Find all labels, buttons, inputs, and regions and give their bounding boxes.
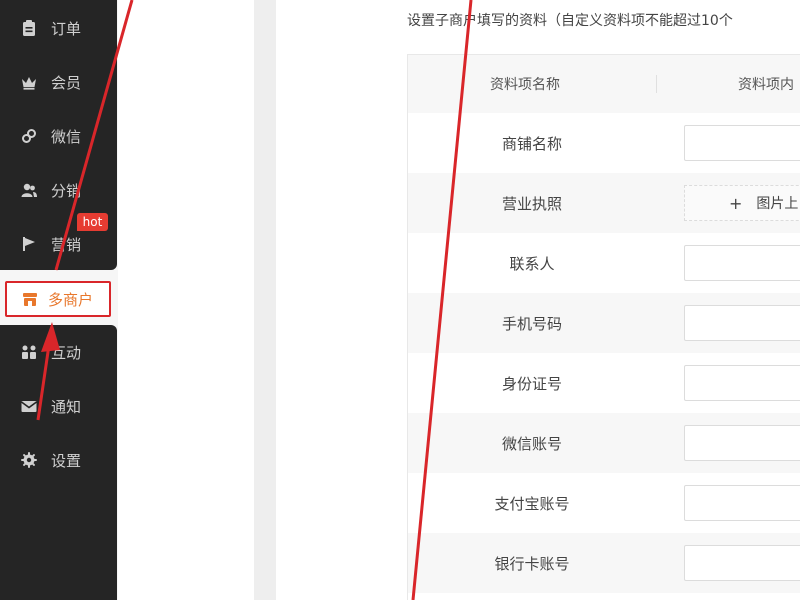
upload-label: 图片上 [756, 196, 799, 212]
table-row: 手机号码 [408, 293, 800, 353]
gear-icon [20, 451, 38, 469]
users-icon [20, 181, 38, 199]
sidebar-item-wechat[interactable]: 微信 [0, 109, 117, 163]
sidebar-item-label: 互动 [51, 343, 82, 362]
table-header: 资料项名称 资料项内 [408, 55, 800, 113]
table-row: 微信账号 [408, 413, 800, 473]
table-row: 支付宝账号 [408, 473, 800, 533]
mail-icon [20, 397, 38, 415]
shop-name-input[interactable] [684, 125, 800, 161]
panel-divider [254, 0, 276, 600]
sidebar-item-label: 订单 [51, 19, 82, 38]
field-name: 联系人 [509, 254, 555, 273]
header-field-content: 资料项内 [738, 77, 794, 93]
sidebar-item-interaction[interactable]: 互动 [0, 325, 117, 379]
link-icon [20, 127, 38, 145]
sidebar-item-distribution[interactable]: 分销 [0, 163, 117, 217]
field-name: 手机号码 [501, 314, 562, 333]
hot-badge: hot [77, 213, 108, 231]
shop-icon [21, 290, 39, 308]
sidebar-item-orders[interactable]: 订单 [0, 1, 117, 55]
table-row: 联系人 [408, 233, 800, 293]
sidebar-item-label: 营销 [51, 235, 82, 254]
sidebar-item-label: 通知 [51, 397, 82, 416]
field-name: 微信账号 [501, 434, 562, 453]
image-upload-button[interactable]: + 图片上 [684, 185, 800, 221]
field-name: 银行卡账号 [494, 554, 570, 573]
sidebar-item-members[interactable]: 会员 [0, 55, 117, 109]
profile-fields-table: 资料项名称 资料项内 商铺名称 营业执照 + 图片上 联系人 手机号码 身份证号… [407, 54, 800, 600]
field-name: 身份证号 [501, 374, 562, 393]
header-field-name: 资料项名称 [490, 77, 560, 93]
wechat-account-input[interactable] [684, 425, 800, 461]
sidebar: 订单 会员 微信 分销 营销 hot 多商户 互动 通知 设置 [0, 0, 118, 600]
group-icon [20, 343, 38, 361]
field-name: 支付宝账号 [494, 494, 570, 513]
contact-input[interactable] [684, 245, 800, 281]
clipboard-icon [20, 19, 38, 37]
table-row: 身份证号 [408, 353, 800, 413]
sidebar-item-multi-merchant[interactable]: 多商户 [5, 281, 111, 317]
field-name: 营业执照 [501, 194, 562, 213]
secondary-panel [118, 0, 254, 600]
flag-icon [20, 235, 38, 253]
field-name: 商铺名称 [501, 134, 562, 153]
sidebar-item-label: 设置 [51, 451, 82, 470]
table-row: 商铺名称 [408, 113, 800, 173]
crown-icon [20, 73, 38, 91]
id-number-input[interactable] [684, 365, 800, 401]
sidebar-item-notifications[interactable]: 通知 [0, 379, 117, 433]
sidebar-item-label: 分销 [51, 181, 82, 200]
sidebar-item-settings[interactable]: 设置 [0, 433, 117, 487]
phone-input[interactable] [684, 305, 800, 341]
plus-icon: + [729, 193, 743, 213]
form-description: 设置子商户填写的资料（自定义资料项不能超过10个 [407, 13, 733, 29]
sidebar-item-label: 会员 [51, 73, 82, 92]
sidebar-item-label: 多商户 [48, 290, 94, 309]
header-separator [656, 75, 657, 93]
sidebar-item-label: 微信 [51, 127, 82, 146]
table-row: 银行卡账号 [408, 533, 800, 593]
alipay-account-input[interactable] [684, 485, 800, 521]
table-row: 营业执照 + 图片上 [408, 173, 800, 233]
bank-card-input[interactable] [684, 545, 800, 581]
